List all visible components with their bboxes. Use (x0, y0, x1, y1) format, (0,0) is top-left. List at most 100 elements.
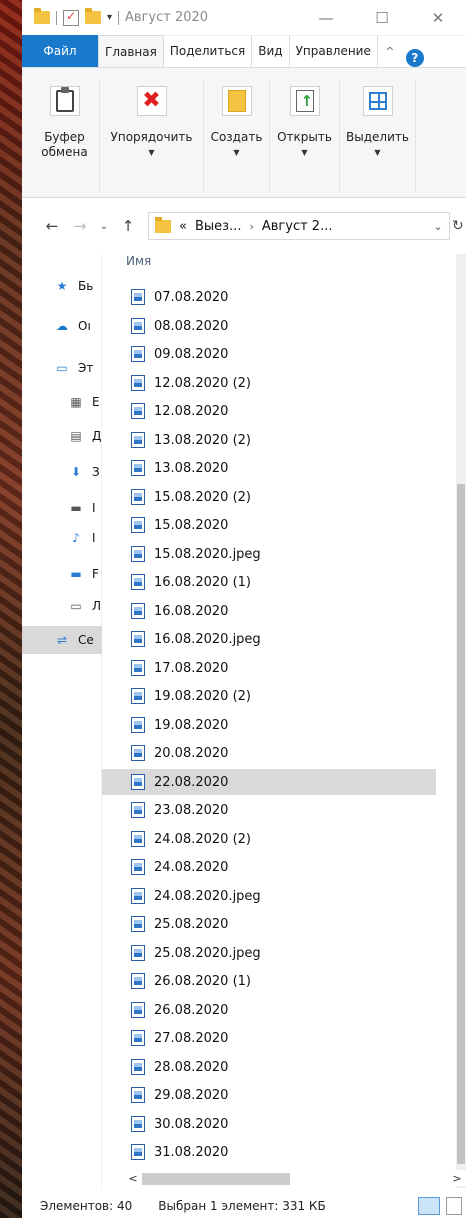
vertical-scrollbar[interactable] (456, 254, 466, 1188)
select-button[interactable]: Выделить ▼ (340, 80, 416, 192)
file-row[interactable]: 19.08.2020 (2) (102, 683, 436, 709)
file-row[interactable]: 16.08.2020.jpeg (102, 626, 436, 652)
chevron-down-icon: ▼ (374, 148, 381, 157)
new-folder-icon[interactable] (85, 8, 101, 24)
file-row[interactable]: 07.08.2020 (102, 284, 436, 310)
forward-arrow-icon[interactable]: → (66, 217, 94, 235)
sidebar-item[interactable]: ▦ E (22, 388, 102, 416)
file-row[interactable]: 16.08.2020 (102, 598, 436, 624)
file-row[interactable]: 08.08.2020 (102, 313, 436, 339)
select-label: Выделить (346, 130, 409, 144)
file-row[interactable]: 24.08.2020 (102, 854, 436, 880)
clipboard-button[interactable]: Буфер обмена (30, 80, 100, 192)
vertical-scrollbar-thumb[interactable] (457, 484, 465, 1164)
file-name: 07.08.2020 (154, 289, 229, 305)
horizontal-scrollbar-thumb[interactable] (142, 1173, 290, 1185)
file-row[interactable]: 24.08.2020 (2) (102, 826, 436, 852)
breadcrumb-separator-icon[interactable]: › (249, 220, 253, 233)
minimize-button[interactable]: — (298, 0, 354, 36)
up-arrow-icon[interactable]: ↑ (114, 217, 142, 235)
details-view-icon[interactable] (418, 1197, 440, 1215)
file-row[interactable]: 22.08.2020 (102, 769, 436, 795)
selection-info: Выбран 1 элемент: 331 КБ (158, 1199, 326, 1213)
back-arrow-icon[interactable]: ← (38, 217, 66, 235)
sidebar-item[interactable]: ★ Бь (22, 272, 102, 300)
properties-icon[interactable] (63, 9, 79, 26)
image-file-icon (131, 660, 145, 676)
file-row[interactable]: 30.08.2020 (102, 1111, 436, 1137)
recent-locations-icon[interactable]: ⌄ (94, 221, 114, 232)
tab-home[interactable]: Главная (98, 35, 164, 67)
horizontal-scrollbar-track[interactable] (142, 1171, 448, 1185)
file-row[interactable]: 25.08.2020.jpeg (102, 940, 436, 966)
file-row[interactable]: 12.08.2020 (102, 398, 436, 424)
customize-toolbar-icon[interactable]: ▾ (107, 12, 112, 23)
image-file-icon (131, 1059, 145, 1075)
tab-manage[interactable]: Управление (290, 35, 378, 67)
chevron-down-icon: ▼ (233, 148, 240, 157)
open-button[interactable]: Открыть ▼ (270, 80, 340, 192)
file-row[interactable]: 31.08.2020 (102, 1139, 436, 1165)
tab-share[interactable]: Поделиться (164, 35, 253, 67)
horizontal-scrollbar[interactable]: < > (124, 1170, 466, 1186)
help-icon[interactable]: ? (405, 49, 424, 67)
sidebar-item[interactable]: ▬ F (22, 560, 102, 588)
maximize-button[interactable]: ☐ (354, 0, 410, 36)
file-row[interactable]: 15.08.2020 (2) (102, 484, 436, 510)
sidebar-item-label: Д (92, 429, 102, 443)
create-button[interactable]: Создать ▼ (204, 80, 270, 192)
file-row[interactable]: 17.08.2020 (102, 655, 436, 681)
scroll-left-icon[interactable]: < (124, 1172, 142, 1185)
sidebar-item[interactable]: ▭ Эт (22, 354, 102, 382)
ribbon-tabs: Файл Главная Поделиться Вид Управление ^… (22, 35, 466, 68)
file-row[interactable]: 15.08.2020.jpeg (102, 541, 436, 567)
file-name: 25.08.2020 (154, 916, 229, 932)
sidebar-item[interactable]: ▭ Л (22, 592, 102, 620)
file-row[interactable]: 28.08.2020 (102, 1054, 436, 1080)
chevron-down-icon: ▼ (148, 148, 155, 157)
file-row[interactable]: 09.08.2020 (102, 341, 436, 367)
document-icon: ▤ (70, 429, 82, 443)
file-row[interactable]: 26.08.2020 (1) (102, 968, 436, 994)
refresh-icon[interactable]: ↻ (452, 218, 466, 234)
breadcrumb-parent[interactable]: Выез... (195, 219, 242, 234)
file-name: 16.08.2020.jpeg (154, 631, 261, 647)
file-row[interactable]: 29.08.2020 (102, 1082, 436, 1108)
breadcrumb-current[interactable]: Август 2... (262, 219, 333, 234)
file-row[interactable]: 24.08.2020.jpeg (102, 883, 436, 909)
collapse-ribbon-icon[interactable]: ^ (378, 35, 402, 67)
image-file-icon (131, 859, 145, 875)
image-file-icon (131, 888, 145, 904)
sidebar-item[interactable]: ☁ Oı (22, 312, 102, 340)
file-row[interactable]: 15.08.2020 (102, 512, 436, 538)
column-header-name[interactable]: Имя (126, 254, 151, 268)
file-row[interactable]: 26.08.2020 (102, 997, 436, 1023)
file-name: 15.08.2020 (154, 517, 229, 533)
file-name: 30.08.2020 (154, 1116, 229, 1132)
file-row[interactable]: 13.08.2020 (102, 455, 436, 481)
file-row[interactable]: 23.08.2020 (102, 797, 436, 823)
ribbon-panel: Буфер обмена ✖ Упорядочить ▼ Создать ▼ О… (22, 68, 466, 198)
sidebar-item[interactable]: ⇌ Се (22, 626, 102, 654)
close-button[interactable]: ✕ (410, 0, 466, 36)
file-row[interactable]: 13.08.2020 (2) (102, 427, 436, 453)
tab-view[interactable]: Вид (252, 35, 290, 67)
file-row[interactable]: 27.08.2020 (102, 1025, 436, 1051)
large-icons-view-icon[interactable] (446, 1197, 462, 1215)
organize-button[interactable]: ✖ Упорядочить ▼ (100, 80, 204, 192)
tab-file[interactable]: Файл (22, 35, 98, 67)
sidebar-item[interactable]: ⬇ З (22, 458, 102, 486)
address-dropdown-icon[interactable]: ⌄ (427, 220, 449, 233)
sidebar-item[interactable]: ♪ I (22, 524, 102, 552)
breadcrumb-overflow[interactable]: « (179, 219, 187, 234)
file-row[interactable]: 12.08.2020 (2) (102, 370, 436, 396)
scroll-right-icon[interactable]: > (448, 1172, 466, 1185)
image-file-icon (131, 574, 145, 590)
file-row[interactable]: 25.08.2020 (102, 911, 436, 937)
file-row[interactable]: 19.08.2020 (102, 712, 436, 738)
sidebar-item[interactable]: ▬ I (22, 494, 102, 522)
file-row[interactable]: 16.08.2020 (1) (102, 569, 436, 595)
sidebar-item[interactable]: ▤ Д (22, 422, 102, 450)
address-bar[interactable]: « Выез... › Август 2... ⌄ (148, 212, 450, 240)
file-row[interactable]: 20.08.2020 (102, 740, 436, 766)
